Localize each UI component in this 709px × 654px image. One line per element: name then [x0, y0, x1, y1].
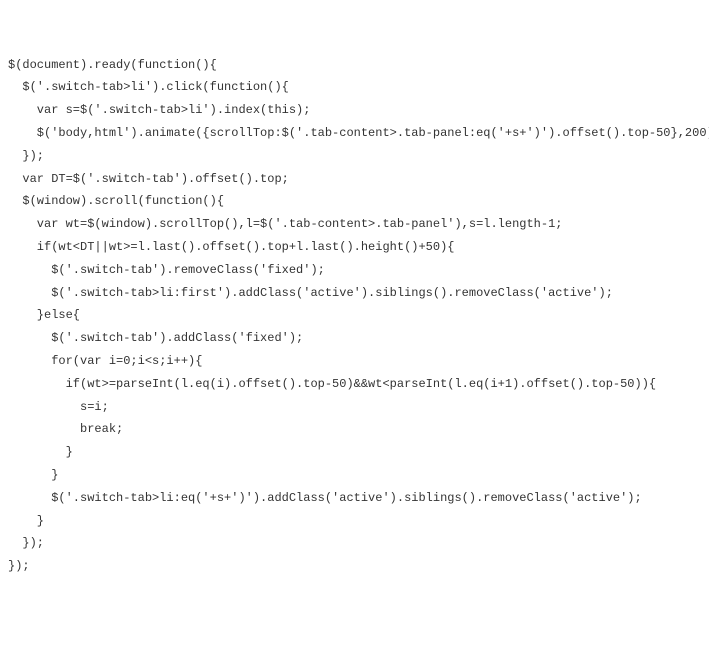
code-line: $('body,html').animate({scrollTop:$('.ta… — [8, 122, 701, 145]
code-line: break; — [8, 418, 701, 441]
code-line: $(document).ready(function(){ — [8, 54, 701, 77]
code-line: }); — [8, 532, 701, 555]
code-line: $('.switch-tab').removeClass('fixed'); — [8, 259, 701, 282]
code-block: $(document).ready(function(){ $('.switch… — [8, 54, 701, 578]
code-line: s=i; — [8, 396, 701, 419]
code-line: var s=$('.switch-tab>li').index(this); — [8, 99, 701, 122]
code-line: var DT=$('.switch-tab').offset().top; — [8, 168, 701, 191]
code-line: $('.switch-tab>li:first').addClass('acti… — [8, 282, 701, 305]
code-line: for(var i=0;i<s;i++){ — [8, 350, 701, 373]
code-line: }else{ — [8, 304, 701, 327]
code-line: } — [8, 510, 701, 533]
code-line: $('.switch-tab>li').click(function(){ — [8, 76, 701, 99]
code-line: $('.switch-tab').addClass('fixed'); — [8, 327, 701, 350]
code-line: }); — [8, 555, 701, 578]
code-line: } — [8, 464, 701, 487]
code-line: var wt=$(window).scrollTop(),l=$('.tab-c… — [8, 213, 701, 236]
code-line: if(wt>=parseInt(l.eq(i).offset().top-50)… — [8, 373, 701, 396]
code-line: if(wt<DT||wt>=l.last().offset().top+l.la… — [8, 236, 701, 259]
code-line: $(window).scroll(function(){ — [8, 190, 701, 213]
code-line: } — [8, 441, 701, 464]
code-line: $('.switch-tab>li:eq('+s+')').addClass('… — [8, 487, 701, 510]
code-line: }); — [8, 145, 701, 168]
